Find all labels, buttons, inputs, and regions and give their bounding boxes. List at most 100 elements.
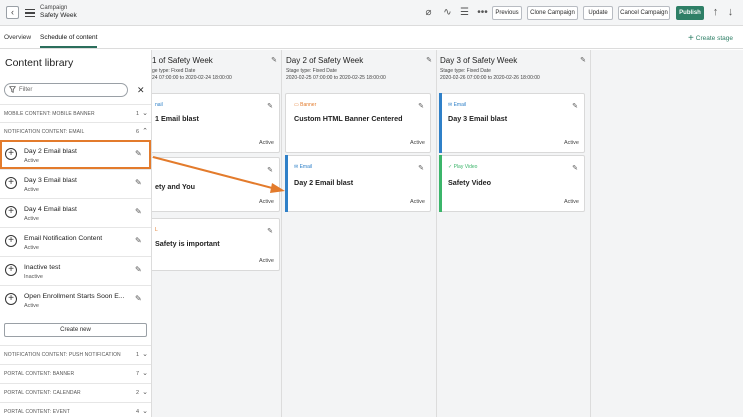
edit-icon[interactable]: ✎ — [418, 102, 424, 110]
library-item-status: Active — [24, 216, 39, 222]
card-status: Active — [259, 199, 274, 205]
content-card[interactable]: L Safety is important ✎ Active — [134, 218, 280, 271]
update-button[interactable]: Update — [583, 6, 613, 20]
schedule-board: 1 of Safety Week ge type: Fixed Date 24 … — [134, 50, 743, 417]
edit-icon[interactable]: ✎ — [135, 207, 142, 216]
arrow-up-icon[interactable]: ↑ — [709, 6, 722, 19]
content-card[interactable]: ✓ Play Video Safety Video ✎ Active — [439, 155, 585, 212]
cancel-campaign-button[interactable]: Cancel Campaign — [618, 6, 670, 20]
stage-title: 1 of Safety Week — [152, 56, 213, 65]
chevron-down-icon[interactable]: ⌄ — [142, 109, 148, 117]
card-status: Active — [259, 258, 274, 264]
stage-type: ge type: Fixed Date — [152, 68, 196, 74]
create-new-button[interactable]: Create new — [4, 323, 147, 337]
edit-stage-icon[interactable]: ✎ — [580, 56, 586, 64]
section-label: MOBILE CONTENT: MOBILE BANNER — [4, 111, 95, 117]
library-item[interactable]: + Open Enrollment Starts Soon E... Activ… — [0, 285, 151, 314]
chevron-down-icon[interactable]: ⌄ — [142, 407, 148, 415]
edit-icon[interactable]: ✎ — [267, 227, 273, 235]
library-item-name: Day 3 Email blast — [24, 177, 77, 184]
edit-icon[interactable]: ✎ — [418, 164, 424, 172]
add-icon[interactable]: + — [5, 293, 17, 305]
library-item-name: Day 2 Email blast — [24, 148, 77, 155]
library-item[interactable]: + Day 4 Email blast Active ✎ — [0, 198, 151, 227]
library-item[interactable]: + Email Notification Content Active ✎ — [0, 227, 151, 256]
menu-icon[interactable] — [25, 9, 35, 17]
library-item-name: Open Enrollment Starts Soon E... — [24, 293, 125, 300]
library-section-portal-calendar[interactable]: PORTAL CONTENT: CALENDAR 2 ⌄ — [0, 383, 151, 401]
add-icon[interactable]: + — [5, 264, 17, 276]
content-card[interactable]: ✉ Email Day 3 Email blast ✎ Active — [439, 93, 585, 153]
publish-button[interactable]: Publish — [676, 6, 704, 20]
chevron-up-icon[interactable]: ⌃ — [142, 127, 148, 135]
content-card[interactable]: ety and You ✎ Active — [134, 157, 280, 212]
add-icon[interactable]: + — [5, 177, 17, 189]
previous-button[interactable]: Previous — [492, 6, 522, 20]
edit-stage-icon[interactable]: ✎ — [426, 56, 432, 64]
edit-icon[interactable]: ✎ — [572, 102, 578, 110]
arrow-down-icon[interactable]: ↓ — [724, 6, 737, 19]
chevron-down-icon[interactable]: ⌄ — [142, 388, 148, 396]
card-title: Safety is important — [155, 239, 220, 248]
plus-icon: + — [687, 33, 694, 44]
tab-overview[interactable]: Overview — [4, 34, 31, 41]
breadcrumb-current: Safety Week — [40, 12, 77, 19]
content-card[interactable]: ▭ Banner Custom HTML Banner Centered ✎ A… — [285, 93, 431, 153]
card-type-label: Banner — [300, 102, 317, 108]
library-section-portal-banner[interactable]: PORTAL CONTENT: BANNER 7 ⌄ — [0, 364, 151, 382]
library-item-status: Active — [24, 303, 39, 309]
clone-campaign-button[interactable]: Clone Campaign — [527, 6, 578, 20]
section-label: NOTIFICATION CONTENT: PUSH NOTIFICATION — [4, 352, 121, 358]
edit-icon[interactable]: ✎ — [135, 265, 142, 274]
library-item[interactable]: + Inactive test Inactive ✎ — [0, 256, 151, 285]
card-title: Day 3 Email blast — [448, 114, 508, 123]
edit-icon[interactable]: ✎ — [267, 102, 273, 110]
edit-icon[interactable]: ✎ — [572, 164, 578, 172]
filter-input[interactable]: Filter — [4, 83, 128, 97]
chevron-down-icon[interactable]: ⌄ — [142, 369, 148, 377]
library-item-name: Day 4 Email blast — [24, 206, 77, 213]
card-type: ✓ Play Video — [448, 164, 477, 170]
add-icon[interactable]: + — [5, 148, 17, 160]
edit-icon[interactable]: ✎ — [135, 294, 142, 303]
library-item[interactable]: + Day 2 Email blast Active ✎ — [0, 140, 151, 169]
edit-icon[interactable]: ✎ — [135, 236, 142, 245]
card-type-label: Email — [453, 102, 467, 108]
edit-stage-icon[interactable]: ✎ — [271, 56, 277, 64]
attachment-icon[interactable]: ⌀ — [422, 6, 435, 19]
stage-title: Day 3 of Safety Week — [440, 56, 518, 65]
breadcrumb-parent[interactable]: Campaign — [40, 5, 67, 11]
library-section-portal-event[interactable]: PORTAL CONTENT: EVENT 4 ⌄ — [0, 402, 151, 417]
content-card[interactable]: nail 1 Email blast ✎ Active — [134, 93, 280, 153]
activity-icon[interactable]: ∿ — [441, 6, 454, 19]
section-count: 1 — [135, 111, 139, 117]
content-library-panel: Content library Filter ✕ MOBILE CONTENT:… — [0, 50, 152, 417]
more-options-icon[interactable]: ••• — [476, 6, 489, 19]
add-icon[interactable]: + — [5, 235, 17, 247]
library-section-mobile-banner[interactable]: MOBILE CONTENT: MOBILE BANNER 1 ⌄ — [0, 104, 151, 122]
library-item-name: Inactive test — [24, 264, 61, 271]
close-icon[interactable]: ✕ — [137, 83, 145, 97]
library-section-email[interactable]: NOTIFICATION CONTENT: EMAIL 6 ⌃ — [0, 122, 151, 140]
card-type-label: Email — [299, 164, 313, 170]
content-card[interactable]: ✉ Email Day 2 Email blast ✎ Active — [285, 155, 431, 212]
chevron-left-icon[interactable]: ‹ — [6, 6, 19, 19]
edit-icon[interactable]: ✎ — [267, 166, 273, 174]
edit-icon[interactable]: ✎ — [135, 178, 142, 187]
section-label: PORTAL CONTENT: BANNER — [4, 371, 75, 377]
section-count: 7 — [135, 371, 139, 377]
section-count: 1 — [135, 352, 139, 358]
add-icon[interactable]: + — [5, 206, 17, 218]
chevron-down-icon[interactable]: ⌄ — [142, 350, 148, 358]
library-item[interactable]: + Day 3 Email blast Active ✎ — [0, 169, 151, 198]
section-label: PORTAL CONTENT: CALENDAR — [4, 390, 81, 396]
tab-schedule-of-content[interactable]: Schedule of content — [40, 34, 98, 48]
section-count: 6 — [135, 129, 139, 135]
library-section-push-notification[interactable]: NOTIFICATION CONTENT: PUSH NOTIFICATION … — [0, 345, 151, 363]
settings-sliders-icon[interactable]: ☰ — [458, 6, 471, 19]
card-status: Active — [564, 140, 579, 146]
create-stage-label: Create stage — [695, 35, 733, 42]
edit-icon[interactable]: ✎ — [135, 149, 142, 158]
stage-dates: 24 07:00:00 to 2020-02-24 18:00:00 — [152, 75, 232, 81]
create-stage-button[interactable]: + Create stage — [688, 33, 733, 44]
